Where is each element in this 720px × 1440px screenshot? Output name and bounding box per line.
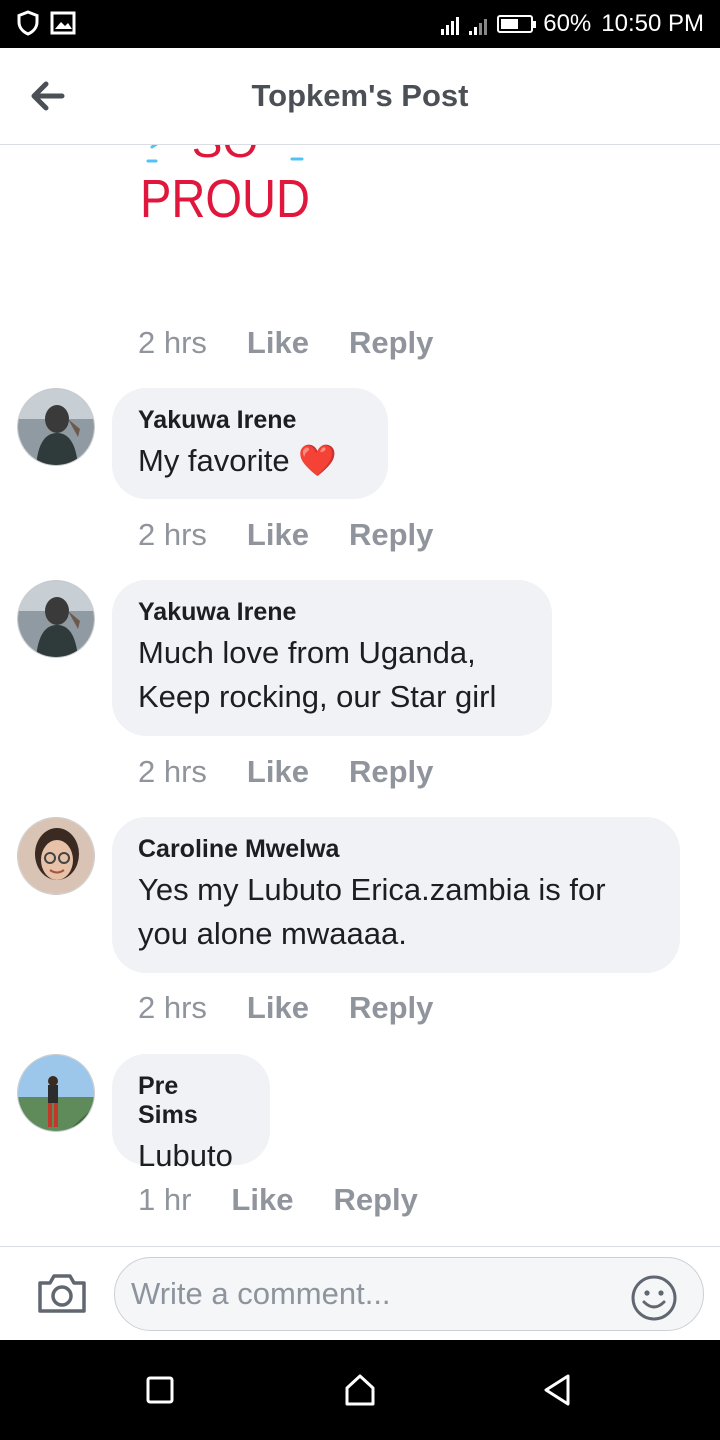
smiley-icon	[631, 1275, 677, 1321]
triangle-back-icon	[544, 1374, 570, 1406]
status-icons-left	[16, 10, 76, 36]
camera-button[interactable]	[36, 1271, 88, 1315]
sticker-line1: SO	[192, 145, 258, 167]
avatar[interactable]	[17, 817, 95, 895]
reply-button[interactable]: Reply	[349, 517, 433, 553]
status-icons-right: 60% 10:50 PM	[441, 0, 704, 48]
battery-fill	[501, 19, 519, 29]
battery-percent: 60%	[543, 10, 592, 37]
comment-actions: 1 hr Like Reply	[138, 1182, 418, 1218]
comment-bubble[interactable]: Yakuwa Irene My favorite ❤️	[112, 388, 388, 499]
reply-button[interactable]: Reply	[349, 754, 433, 790]
signal-secondary-icon	[469, 13, 488, 35]
comment-bubble[interactable]: Pre Sims Lubuto	[112, 1054, 270, 1173]
avatar[interactable]	[17, 388, 95, 466]
recents-button[interactable]	[140, 1370, 180, 1410]
comment-time: 2 hrs	[138, 754, 207, 789]
comment-author[interactable]: Yakuwa Irene	[138, 406, 362, 435]
reply-button[interactable]: Reply	[349, 325, 433, 361]
reply-button[interactable]: Reply	[333, 1182, 417, 1218]
so-proud-sticker: SO PROUD	[140, 145, 310, 229]
page-header: Topkem's Post	[0, 48, 720, 145]
sticker-line2: PROUD	[140, 169, 310, 229]
comments-list: SO PROUD 2 hrs Like Reply Yakuwa Irene M…	[0, 145, 720, 1245]
comment-text: Lubuto	[138, 1138, 233, 1173]
emoji-button[interactable]	[630, 1274, 678, 1322]
comment-text: Yes my Lubuto Erica.zambia is for you al…	[138, 872, 606, 951]
clock: 10:50 PM	[601, 10, 704, 37]
avatar-photo	[18, 581, 94, 657]
like-button[interactable]: Like	[231, 1182, 293, 1218]
comment-time: 2 hrs	[138, 517, 207, 552]
shield-icon	[17, 10, 39, 36]
comment-bubble[interactable]: Caroline Mwelwa Yes my Lubuto Erica.zamb…	[112, 817, 680, 973]
battery-icon	[497, 15, 537, 33]
avatar[interactable]	[17, 1054, 95, 1132]
home-icon	[345, 1374, 375, 1406]
avatar-photo	[18, 389, 94, 465]
camera-icon	[38, 1274, 86, 1313]
like-button[interactable]: Like	[247, 517, 309, 553]
comment-time: 1 hr	[138, 1182, 192, 1217]
comment-text: My favorite ❤️	[138, 443, 337, 478]
comment-author[interactable]: Caroline Mwelwa	[138, 835, 654, 864]
comment-bubble[interactable]: Yakuwa Irene Much love from Uganda, Keep…	[112, 580, 552, 736]
comment-time: 2 hrs	[138, 325, 207, 360]
status-bar: 60% 10:50 PM	[0, 0, 720, 48]
comment-time: 2 hrs	[138, 990, 207, 1025]
comment-author[interactable]: Yakuwa Irene	[138, 598, 526, 627]
like-button[interactable]: Like	[247, 754, 309, 790]
square-icon	[146, 1376, 174, 1404]
back-nav-button[interactable]	[538, 1370, 578, 1410]
comment-author[interactable]: Pre Sims	[138, 1072, 244, 1130]
avatar-photo	[18, 818, 94, 894]
comment-actions: 2 hrs Like Reply	[138, 990, 433, 1026]
comment-text: Much love from Uganda, Keep rocking, our…	[138, 635, 497, 714]
comment-actions: 2 hrs Like Reply	[138, 754, 433, 790]
avatar[interactable]	[17, 580, 95, 658]
comment-actions: 2 hrs Like Reply	[138, 325, 433, 361]
image-icon	[50, 11, 76, 35]
comment-composer	[0, 1246, 720, 1340]
home-button[interactable]	[340, 1370, 380, 1410]
signal-icon	[441, 13, 460, 35]
comment-input[interactable]	[114, 1257, 704, 1331]
like-button[interactable]: Like	[247, 990, 309, 1026]
like-button[interactable]: Like	[247, 325, 309, 361]
avatar-photo	[18, 1055, 94, 1131]
page-title: Topkem's Post	[251, 78, 469, 113]
comment-actions: 2 hrs Like Reply	[138, 517, 433, 553]
reply-button[interactable]: Reply	[349, 990, 433, 1026]
navigation-bar	[0, 1340, 720, 1440]
